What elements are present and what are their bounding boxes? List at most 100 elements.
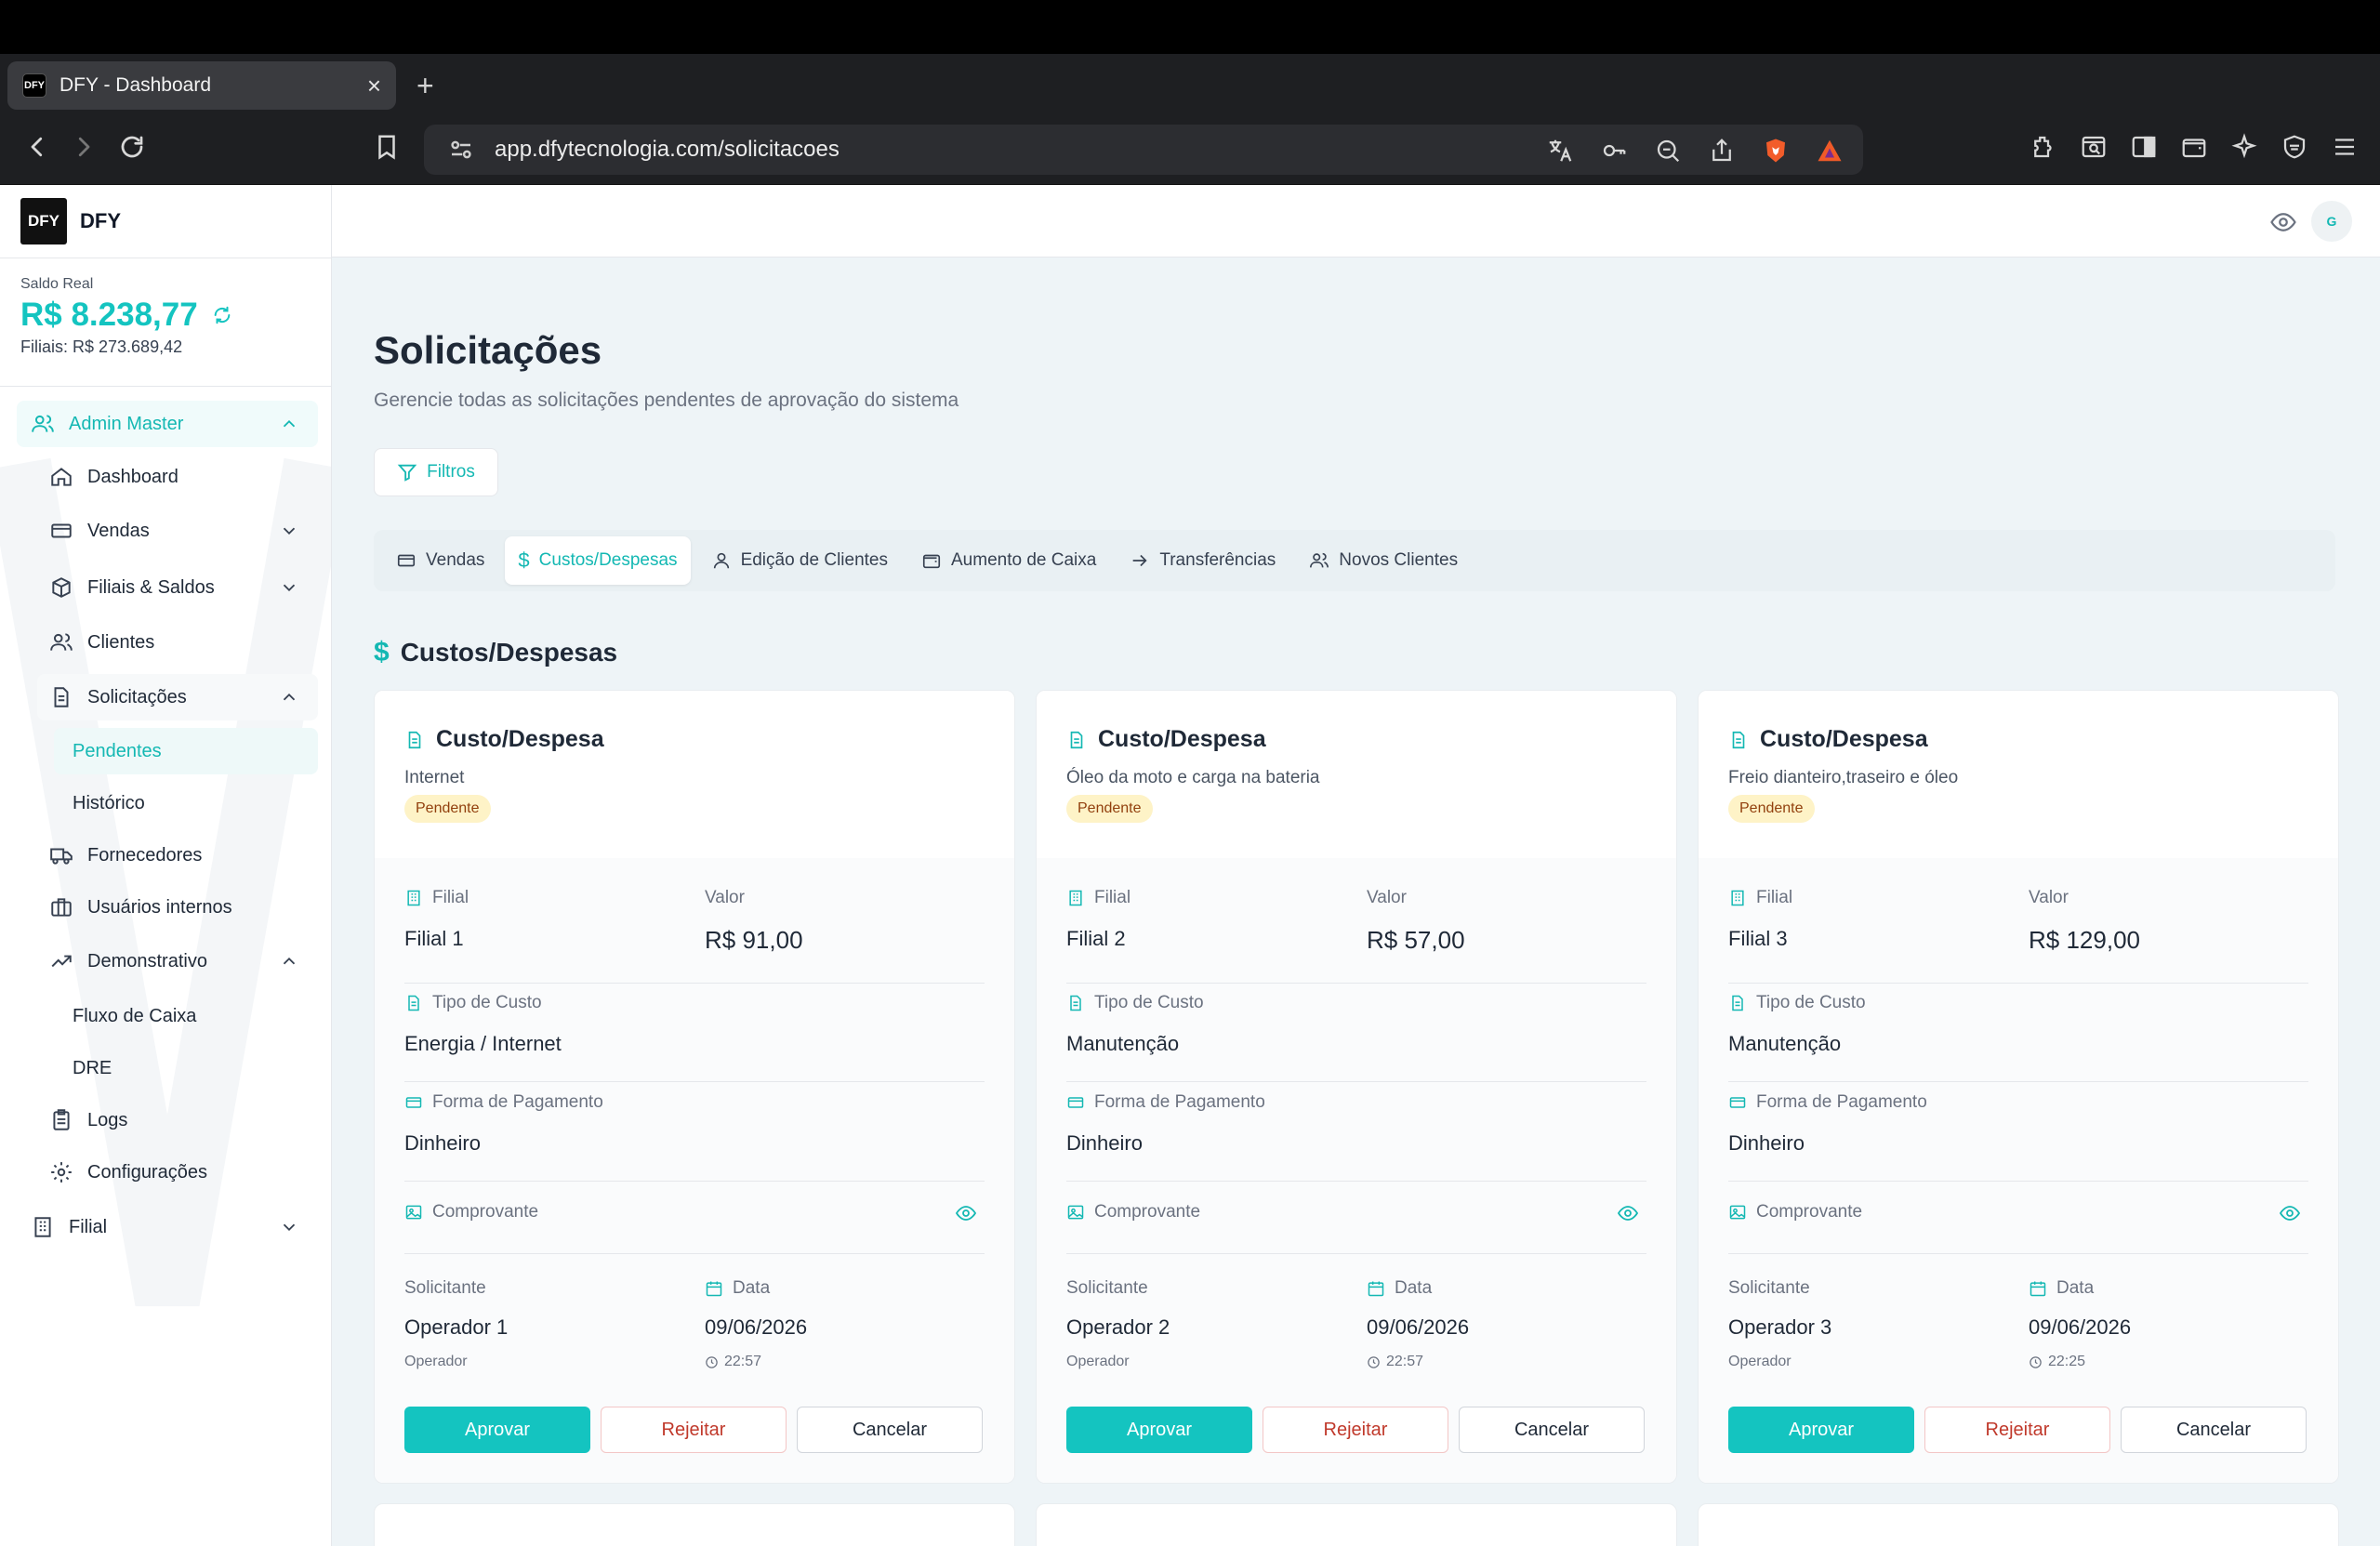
reject-button[interactable]: Rejeitar — [1263, 1407, 1448, 1453]
card-divider — [1728, 983, 2308, 984]
tipo-custo-label-text: Tipo de Custo — [432, 993, 542, 1012]
chevron-up-icon — [279, 414, 299, 440]
filial-label: Filial — [1728, 888, 1792, 908]
key-icon[interactable] — [1599, 136, 1629, 165]
filters-button[interactable]: Filtros — [374, 448, 498, 496]
page-title: Solicitações — [374, 328, 602, 372]
sidebar-item-pendentes[interactable]: Pendentes — [54, 728, 318, 774]
vpn-shield-icon[interactable] — [2280, 132, 2309, 162]
solicitante-role: Operador — [1728, 1354, 1792, 1369]
tab-vendas[interactable]: Vendas — [383, 536, 497, 585]
zoom-out-icon[interactable] — [1653, 136, 1683, 165]
sidebar-item-logs[interactable]: Logs — [48, 1097, 318, 1143]
approve-button[interactable]: Aprovar — [1728, 1407, 1914, 1453]
leo-ai-icon[interactable] — [2229, 132, 2259, 162]
wallet-icon[interactable] — [2179, 132, 2209, 162]
sidebar-item-historico[interactable]: Histórico — [54, 780, 318, 826]
sidebar-item-filiais-saldos[interactable]: Filiais & Saldos — [48, 564, 318, 611]
sidebar-item-demonstrativo[interactable]: Demonstrativo — [48, 938, 318, 984]
valor-value: R$ 57,00 — [1367, 926, 1465, 954]
forma-pagamento-label: Forma de Pagamento — [1728, 1092, 1927, 1113]
tab-edicao-clientes[interactable]: Edição de Clientes — [698, 536, 901, 585]
app-header: G — [332, 185, 2380, 258]
sidebar-item-vendas[interactable]: Vendas — [48, 508, 318, 554]
tab-label: Custos/Despesas — [538, 550, 678, 570]
sidebar-item-filial[interactable]: Filial — [30, 1204, 318, 1250]
cancel-button[interactable]: Cancelar — [797, 1407, 983, 1453]
tab-transferencias[interactable]: Transferências — [1117, 536, 1289, 585]
tab-custos-despesas[interactable]: $ Custos/Despesas — [505, 536, 691, 585]
reject-button[interactable]: Rejeitar — [601, 1407, 787, 1453]
dollar-icon: $ — [374, 637, 390, 667]
url-text[interactable]: app.dfytecnologia.com/solicitacoes — [495, 137, 840, 163]
sidebar-item-configuracoes[interactable]: Configurações — [48, 1149, 318, 1196]
tab-aumento-caixa[interactable]: Aumento de Caixa — [908, 536, 1109, 585]
data-label-text: Data — [733, 1278, 771, 1298]
reject-button[interactable]: Rejeitar — [1924, 1407, 2110, 1453]
hora-row: 22:57 — [705, 1354, 761, 1370]
clock-icon — [706, 1355, 718, 1368]
brand[interactable]: DFY DFY — [20, 198, 121, 244]
sidebar-item-dre[interactable]: DRE — [54, 1045, 318, 1091]
users-icon — [48, 629, 74, 655]
menu-icon[interactable] — [2330, 132, 2360, 162]
sidebar-group-admin-master[interactable]: Admin Master — [17, 401, 318, 447]
sidebar-item-solicitacoes[interactable]: Solicitações — [37, 674, 318, 720]
card-description: Internet — [404, 768, 465, 787]
sidebar-item-label: Solicitações — [87, 686, 187, 707]
card-icon — [1067, 1097, 1084, 1108]
filial-value: Filial 1 — [404, 927, 464, 950]
extensions-icon[interactable] — [2029, 132, 2058, 162]
brand-logo: DFY — [20, 198, 67, 244]
comprovante-label: Comprovante — [1066, 1202, 1200, 1222]
card-body — [1037, 858, 1676, 1483]
refresh-icon[interactable] — [211, 304, 233, 326]
share-icon[interactable] — [1707, 136, 1737, 165]
view-receipt-eye-icon[interactable] — [2279, 1202, 2303, 1226]
sidebar-item-dashboard[interactable]: Dashboard — [48, 454, 318, 500]
sidebar: DFY DFY Saldo Real R$ 8.238,77 Filiais: … — [0, 185, 332, 1546]
brave-rewards-icon[interactable] — [1815, 136, 1844, 165]
tab-novos-clientes[interactable]: Novos Clientes — [1296, 536, 1471, 585]
chevron-down-icon — [279, 577, 299, 603]
clipboard-icon — [48, 1107, 74, 1133]
reload-icon[interactable] — [117, 132, 147, 162]
card-divider — [1728, 1081, 2308, 1082]
image-icon — [1067, 1205, 1084, 1220]
sidebar-item-usuarios-internos[interactable]: Usuários internos — [48, 884, 318, 931]
tipo-custo-label: Tipo de Custo — [1728, 993, 1866, 1013]
solicitante-role: Operador — [1066, 1354, 1130, 1369]
solicitante-label: Solicitante — [1728, 1278, 1810, 1298]
forma-pagamento-label-text: Forma de Pagamento — [1756, 1092, 1927, 1112]
cancel-button[interactable]: Cancelar — [1459, 1407, 1645, 1453]
view-receipt-eye-icon[interactable] — [955, 1202, 979, 1226]
tipo-custo-value: Manutenção — [1728, 1032, 1842, 1055]
sidebar-item-fornecedores[interactable]: Fornecedores — [48, 832, 318, 879]
sidebar-item-fluxo-de-caixa[interactable]: Fluxo de Caixa — [54, 993, 318, 1039]
approve-button[interactable]: Aprovar — [1066, 1407, 1252, 1453]
app-root: DFY DFY Saldo Real R$ 8.238,77 Filiais: … — [0, 185, 2380, 1546]
sidebar-toggle-icon[interactable] — [2129, 132, 2159, 162]
view-receipt-eye-icon[interactable] — [1617, 1202, 1641, 1226]
approve-button[interactable]: Aprovar — [404, 1407, 590, 1453]
page-search-icon[interactable] — [2079, 132, 2109, 162]
sidebar-item-label: Demonstrativo — [87, 950, 207, 971]
address-bar[interactable]: app.dfytecnologia.com/solicitacoes — [424, 125, 1863, 175]
tab-close-icon[interactable]: × — [367, 73, 381, 98]
forward-icon[interactable] — [69, 132, 99, 162]
sidebar-item-label: Configurações — [87, 1161, 207, 1183]
bookmark-icon[interactable] — [372, 132, 402, 162]
translate-icon[interactable] — [1545, 136, 1575, 165]
cancel-button[interactable]: Cancelar — [2121, 1407, 2307, 1453]
brave-shield-icon[interactable] — [1761, 136, 1791, 165]
new-tab-button[interactable]: + — [416, 71, 434, 100]
filial-label: Filial — [1066, 888, 1130, 908]
avatar[interactable]: G — [2311, 201, 2352, 242]
browser-tab[interactable]: DFY DFY - Dashboard × — [7, 61, 396, 110]
eye-icon[interactable] — [2268, 207, 2298, 237]
request-card: Custo/Despesa Óleo da moto e carga na ba… — [1036, 690, 1677, 1484]
back-icon[interactable] — [22, 132, 52, 162]
hora-row: 22:57 — [1367, 1354, 1423, 1370]
site-settings-icon[interactable] — [446, 135, 476, 165]
sidebar-item-clientes[interactable]: Clientes — [48, 619, 318, 666]
